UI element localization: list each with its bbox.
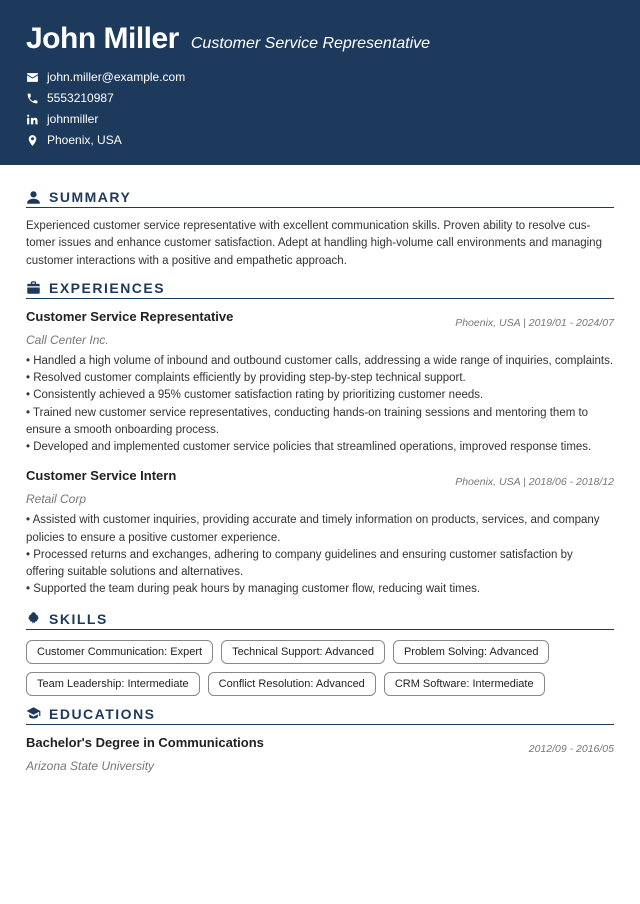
educations-header: EDUCATIONS: [26, 706, 614, 725]
educations-section: EDUCATIONS Bachelor's Degree in Communic…: [26, 706, 614, 773]
education-item: Bachelor's Degree in Communications 2012…: [26, 735, 614, 755]
exp-meta: Phoenix, USA | 2019/01 - 2024/07: [455, 317, 614, 329]
bullet: • Processed returns and exchanges, adher…: [26, 547, 614, 582]
experience-item: Customer Service Representative Phoenix,…: [26, 309, 614, 457]
experiences-section: EXPERIENCES Customer Service Representat…: [26, 280, 614, 599]
bullet: • Supported the team during peak hours b…: [26, 581, 614, 598]
phone-icon: [26, 92, 39, 105]
exp-company: Call Center Inc.: [26, 333, 614, 347]
exp-role: Customer Service Representative: [26, 309, 233, 324]
envelope-icon: [26, 71, 39, 84]
summary-header: SUMMARY: [26, 189, 614, 208]
skills-header: SKILLS: [26, 611, 614, 630]
edu-school: Arizona State University: [26, 759, 614, 773]
contact-list: john.miller@example.com 5553210987 johnm…: [26, 70, 614, 147]
skills-section: SKILLS Customer Communication: Expert Te…: [26, 611, 614, 696]
email-text: john.miller@example.com: [47, 70, 185, 84]
location-text: Phoenix, USA: [47, 133, 122, 147]
skill-pill: Team Leadership: Intermediate: [26, 672, 200, 696]
contact-linkedin: johnmiller: [26, 112, 614, 126]
person-title: Customer Service Representative: [191, 35, 430, 53]
summary-text: Experienced customer service representat…: [26, 218, 614, 270]
briefcase-icon: [26, 280, 41, 295]
summary-section: SUMMARY Experienced customer service rep…: [26, 189, 614, 270]
experience-item: Customer Service Intern Phoenix, USA | 2…: [26, 468, 614, 598]
bullet: • Resolved customer complaints efficient…: [26, 370, 614, 387]
phone-text: 5553210987: [47, 91, 114, 105]
skill-pill: Problem Solving: Advanced: [393, 640, 550, 664]
bullet: • Trained new customer service represent…: [26, 405, 614, 440]
skill-pill: CRM Software: Intermediate: [384, 672, 545, 696]
location-icon: [26, 134, 39, 147]
experiences-title: EXPERIENCES: [49, 280, 165, 296]
edu-meta: 2012/09 - 2016/05: [529, 743, 614, 755]
bullet: • Assisted with customer inquiries, prov…: [26, 512, 614, 547]
person-icon: [26, 190, 41, 205]
linkedin-text: johnmiller: [47, 112, 98, 126]
exp-company: Retail Corp: [26, 492, 614, 506]
resume-header: John Miller Customer Service Representat…: [0, 0, 640, 165]
skill-pill: Conflict Resolution: Advanced: [208, 672, 376, 696]
bullet: • Handled a high volume of inbound and o…: [26, 353, 614, 370]
graduation-cap-icon: [26, 706, 41, 721]
bullet: • Consistently achieved a 95% customer s…: [26, 387, 614, 404]
educations-title: EDUCATIONS: [49, 706, 156, 722]
exp-bullets: • Handled a high volume of inbound and o…: [26, 353, 614, 457]
contact-email: john.miller@example.com: [26, 70, 614, 84]
exp-role: Customer Service Intern: [26, 468, 176, 483]
experiences-header: EXPERIENCES: [26, 280, 614, 299]
skill-pill: Customer Communication: Expert: [26, 640, 213, 664]
skills-list: Customer Communication: Expert Technical…: [26, 640, 614, 696]
brain-icon: [26, 611, 41, 626]
bullet: • Developed and implemented customer ser…: [26, 439, 614, 456]
skills-title: SKILLS: [49, 611, 108, 627]
person-name: John Miller: [26, 22, 179, 56]
contact-location: Phoenix, USA: [26, 133, 614, 147]
resume-body: SUMMARY Experienced customer service rep…: [0, 165, 640, 795]
header-title-row: John Miller Customer Service Representat…: [26, 22, 614, 56]
skill-pill: Technical Support: Advanced: [221, 640, 385, 664]
contact-phone: 5553210987: [26, 91, 614, 105]
exp-bullets: • Assisted with customer inquiries, prov…: [26, 512, 614, 598]
summary-title: SUMMARY: [49, 189, 131, 205]
exp-meta: Phoenix, USA | 2018/06 - 2018/12: [455, 476, 614, 488]
edu-degree: Bachelor's Degree in Communications: [26, 735, 264, 750]
linkedin-icon: [26, 113, 39, 126]
